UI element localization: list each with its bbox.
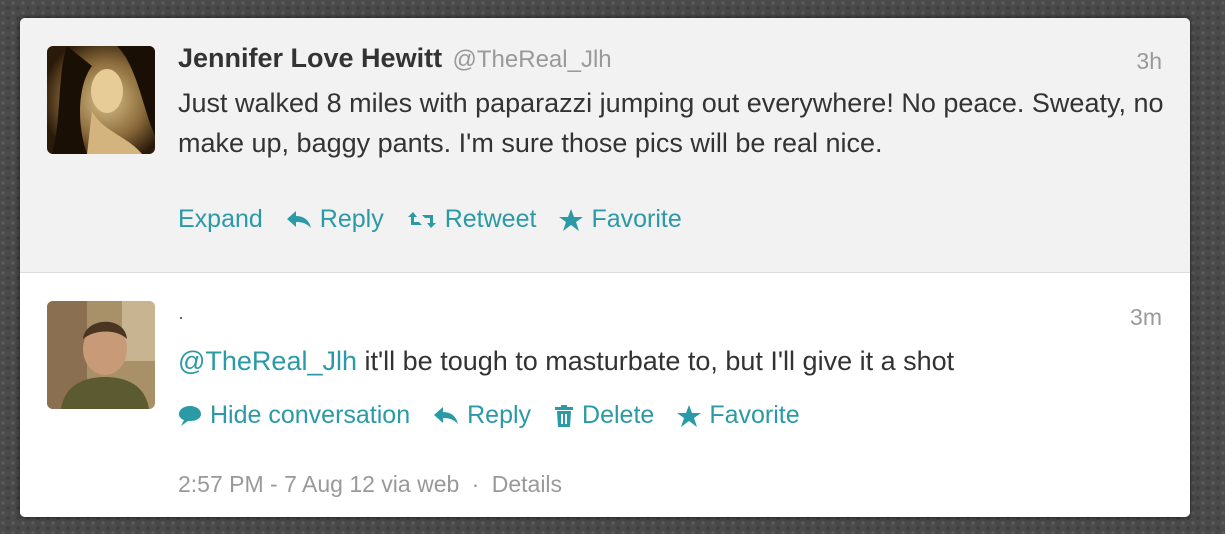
favorite-label: Favorite [591, 205, 682, 233]
tweet-time[interactable]: 3h [1136, 48, 1162, 75]
tweet-reply[interactable]: 3m @TheReal_Jlh it'll be tough to mastur… [20, 273, 1190, 517]
details-link[interactable]: Details [492, 471, 562, 497]
tweet-text: @TheReal_Jlh it'll be tough to masturbat… [178, 341, 1168, 381]
star-icon [559, 208, 584, 231]
hide-conversation-button[interactable]: Hide conversation [178, 401, 410, 430]
divider-dot [180, 317, 182, 319]
star-icon [677, 404, 702, 427]
expand-label: Expand [178, 205, 263, 233]
avatar-replier[interactable] [47, 301, 155, 409]
retweet-label: Retweet [444, 205, 537, 233]
favorite-button[interactable]: Favorite [677, 401, 800, 430]
tweet-card: Jennifer Love Hewitt @TheReal_Jlh 3h Jus… [20, 18, 1190, 517]
tweet-text-body: it'll be tough to masturbate to, but I'l… [357, 346, 955, 376]
expand-button[interactable]: Expand [178, 205, 263, 234]
retweet-icon [407, 210, 437, 230]
tweet-actions: Hide conversation Reply Delete Favorite [178, 401, 823, 430]
author-username[interactable]: @TheReal_Jlh [453, 46, 612, 73]
tweet-actions: Expand Reply Retweet Favorite [178, 205, 705, 234]
delete-label: Delete [582, 401, 655, 429]
tweet-header: Jennifer Love Hewitt @TheReal_Jlh [178, 43, 612, 74]
reply-label: Reply [319, 205, 384, 233]
tweet-original[interactable]: Jennifer Love Hewitt @TheReal_Jlh 3h Jus… [20, 18, 1190, 273]
trash-icon [554, 404, 574, 427]
speech-bubble-icon [178, 405, 202, 427]
delete-button[interactable]: Delete [554, 401, 654, 430]
tweet-time[interactable]: 3m [1130, 304, 1162, 331]
tweet-text: Just walked 8 miles with paparazzi jumpi… [178, 88, 1164, 158]
tweet-meta: 2:57 PM - 7 Aug 12 via web · Details [178, 471, 562, 498]
favorite-label: Favorite [709, 401, 800, 429]
meta-separator: · [471, 471, 480, 497]
hide-conversation-label: Hide conversation [210, 401, 411, 429]
reply-arrow-icon [433, 406, 459, 426]
tweet-timestamp[interactable]: 2:57 PM - 7 Aug 12 via web [178, 471, 459, 497]
favorite-button[interactable]: Favorite [559, 205, 682, 234]
mention-link[interactable]: @TheReal_Jlh [178, 346, 357, 376]
avatar-jennifer[interactable] [47, 46, 155, 154]
reply-arrow-icon [286, 210, 312, 230]
reply-button[interactable]: Reply [286, 205, 384, 234]
author-fullname[interactable]: Jennifer Love Hewitt [178, 43, 442, 73]
reply-label: Reply [467, 401, 532, 429]
retweet-button[interactable]: Retweet [407, 205, 537, 234]
reply-button[interactable]: Reply [433, 401, 531, 430]
